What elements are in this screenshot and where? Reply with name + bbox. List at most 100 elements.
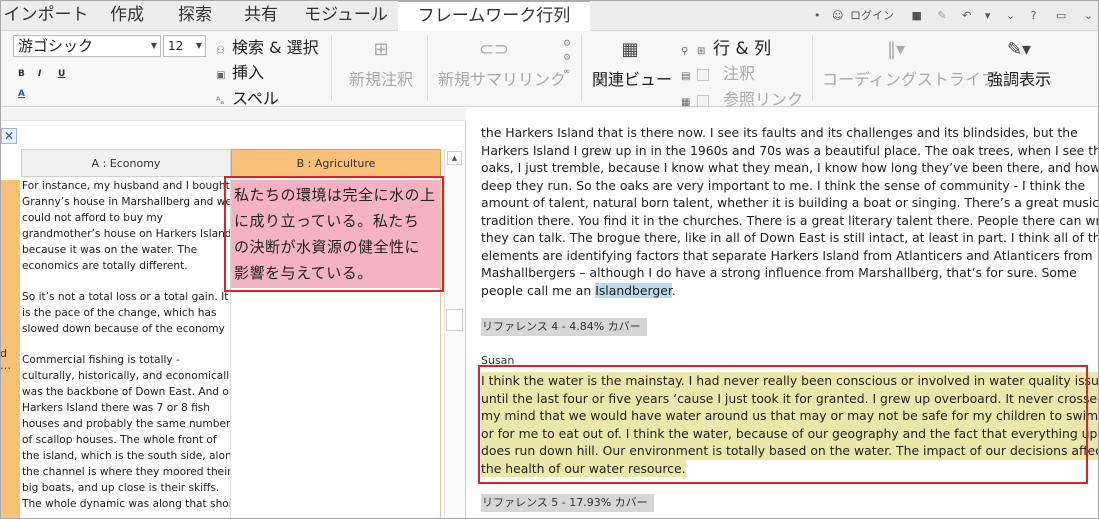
related-view-label: 関連ビュー — [592, 70, 673, 89]
highlight-button[interactable]: ✎▾ 強調表示 — [982, 39, 1056, 90]
document-line: Harkers Island I grew up in in the 1960s… — [481, 142, 1099, 158]
search-replace-button[interactable]: ⚇ 検索 & 選択 — [216, 34, 319, 58]
column-header-agriculture[interactable]: B : Agriculture — [231, 149, 441, 177]
login-link[interactable]: ログイン — [850, 0, 894, 31]
insert-icon: ▣ — [216, 70, 226, 81]
cell-paragraph: For instance, my husband and I bought Gr… — [22, 180, 231, 272]
reference-5-bar[interactable]: リファレンス 5 - 17.93% カバー — [481, 494, 654, 512]
undo-icon[interactable]: ↶ — [962, 0, 971, 31]
column-header-economy[interactable]: A : Economy — [21, 149, 231, 177]
document-line: tradition there. You find it in the chur… — [481, 212, 1099, 228]
italic-icon[interactable]: I — [38, 69, 41, 79]
tab-create[interactable]: 作成 — [92, 0, 162, 31]
ribbon: 游ゴシック ▼ 12 ▼ B I U A ⚇ 検索 & 選択 ▣ 挿入 ᴬₐ スペル … — [0, 31, 1099, 110]
help-icon[interactable]: ? — [1031, 0, 1037, 31]
new-annotation-icon: ⊞ — [373, 39, 389, 60]
document-line-suffix: . — [671, 282, 676, 298]
link-settings-icon[interactable]: ⚙ — [563, 53, 571, 63]
user-icon[interactable]: ☺ — [832, 0, 843, 31]
new-annotation-button[interactable]: ⊞ 新規注釈 — [345, 39, 417, 90]
coding-stripes-label: コーディングストライプ — [822, 70, 997, 89]
document-line: Mashallbergers – although I do have a st… — [481, 265, 1077, 280]
ribbon-separator — [331, 35, 332, 101]
document-line: the Harkers Island that is there now. I … — [481, 125, 1078, 140]
link-options-icon[interactable]: ⚙ — [563, 39, 571, 49]
highlighted-word[interactable]: Islandberger — [595, 282, 672, 298]
underline-icon[interactable]: U — [58, 69, 65, 79]
tab-share[interactable]: 共有 — [228, 0, 294, 31]
spellcheck-icon: ᴬₐ — [216, 96, 225, 107]
bold-icon[interactable]: B — [18, 69, 25, 79]
font-size-select[interactable]: 12 ▼ — [163, 35, 206, 57]
see-also-toggle[interactable]: ▦ 参照リンク — [681, 86, 803, 110]
tab-import[interactable]: インポート — [0, 0, 92, 31]
expand-ribbon-icon[interactable]: ⌄ — [1084, 0, 1093, 31]
customize-icon[interactable]: ▾ — [985, 0, 991, 31]
document-line-last: people call me an Islandberger. — [481, 282, 1081, 300]
tab-explore[interactable]: 探索 — [162, 0, 228, 31]
new-summary-link-button[interactable]: ⊂⊃ 新規サマリリンク — [438, 39, 566, 90]
callout-box — [478, 365, 1088, 484]
ribbon-separator — [812, 35, 813, 101]
row-column-label: 行 & 列 — [713, 39, 772, 59]
document-line: amount of talent, natural born talent, w… — [481, 195, 1099, 210]
unlink-icon[interactable]: ∞ — [563, 67, 571, 77]
row-column-button[interactable]: ⚲ ⊞ 行 & 列 — [681, 34, 771, 59]
spell-button[interactable]: ᴬₐ スペル — [216, 85, 279, 109]
edit-icon[interactable]: ✎ — [937, 0, 946, 31]
callout-box — [224, 176, 444, 292]
doc-icon: ▤ — [681, 71, 691, 82]
calendar-icon: ▦ — [681, 97, 691, 108]
row-header-label: d … — [0, 348, 11, 372]
scroll-up-icon[interactable]: ▲ — [447, 151, 462, 165]
binoculars-icon: ⚇ — [216, 45, 225, 56]
document-text: the Harkers Island that is there now. I … — [481, 124, 1099, 300]
related-view-button[interactable]: ▦ 関連ビュー — [592, 39, 672, 90]
quick-access-toolbar: • ☺ ログイン ■ ✎ ↶ ▾ ⌄ ? ▭ ⌄ — [814, 0, 1093, 31]
chevron-down-icon: ▼ — [150, 41, 157, 50]
table-icon: ⊞ — [697, 46, 706, 57]
document-line: elements are identifying factors that se… — [481, 247, 1093, 263]
font-size-value: 12 — [168, 39, 184, 53]
insert-button[interactable]: ▣ 挿入 — [216, 59, 264, 83]
coding-stripes-button[interactable]: ‖▾ コーディングストライプ — [822, 39, 997, 90]
spell-label: スペル — [232, 89, 279, 108]
link-icon: ⊂⊃ — [478, 39, 510, 60]
ribbon-tab-bar: インポート 作成 探索 共有 モジュール フレームワーク行列 • ☺ ログイン … — [0, 0, 1099, 32]
font-name-select[interactable]: 游ゴシック ▼ — [13, 35, 161, 57]
comment-icon[interactable]: ▭ — [1056, 0, 1066, 31]
see-also-label: 参照リンク — [723, 90, 804, 109]
cell-paragraph: Commercial fishing is totally - cultural… — [22, 354, 231, 510]
new-annotation-label: 新規注釈 — [348, 70, 413, 89]
highlight-label: 強調表示 — [986, 70, 1051, 89]
insert-label: 挿入 — [232, 63, 265, 82]
chevron-down-icon: ▼ — [195, 41, 202, 50]
reference-4-bar[interactable]: リファレンス 4 - 4.84% カバー — [481, 318, 647, 336]
annotation-toggle[interactable]: ▤ 注釈 — [681, 60, 755, 84]
ribbon-separator — [427, 35, 428, 101]
close-icon[interactable]: ✕ — [1, 128, 17, 144]
see-also-checkbox[interactable] — [697, 94, 709, 107]
sync-icon[interactable]: • — [814, 0, 821, 31]
minimize-icon[interactable]: ⌄ — [1006, 0, 1015, 31]
tab-modules[interactable]: モジュール — [294, 0, 398, 31]
matrix-top-strip — [0, 108, 466, 121]
document-line: deep they run. So the oaks are very impo… — [481, 177, 1086, 193]
ribbon-separator — [581, 35, 582, 101]
tab-framework-matrix[interactable]: フレームワーク行列 — [398, 0, 590, 32]
search-replace-label: 検索 & 選択 — [232, 38, 319, 57]
framework-matrix-pane: ✕ A : Economy B : Agriculture d … For in… — [0, 108, 466, 519]
highlighter-icon: ✎▾ — [1006, 39, 1032, 60]
grid-view-icon: ▦ — [621, 39, 639, 60]
row-header-more-icon[interactable]: … — [0, 359, 11, 372]
zoom-icon: ⚲ — [681, 46, 689, 57]
scroll-thumb[interactable] — [446, 309, 463, 331]
annotation-checkbox[interactable] — [697, 68, 709, 81]
coding-stripes-icon: ‖▾ — [886, 39, 906, 60]
font-color-icon[interactable]: A — [18, 89, 25, 99]
font-name-value: 游ゴシック — [18, 37, 94, 55]
save-icon[interactable]: ■ — [911, 0, 921, 31]
vertical-scrollbar[interactable]: ▲ — [444, 149, 464, 519]
document-line: oaks, I just tremble, because I know wha… — [481, 160, 1099, 175]
cell-economy[interactable]: For instance, my husband and I bought Gr… — [21, 178, 231, 519]
